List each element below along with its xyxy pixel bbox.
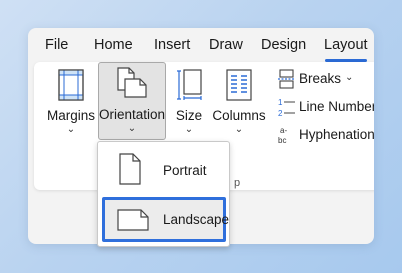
margins-icon: [58, 69, 84, 101]
svg-text:1: 1: [278, 98, 283, 107]
menu-item-landscape[interactable]: Landscape: [102, 197, 230, 242]
group-label-fragment: p: [234, 177, 241, 189]
orientation-button[interactable]: Orientation ⌄: [98, 62, 166, 140]
breaks-icon: [278, 69, 295, 89]
hyphenation-label: Hyphenation: [299, 127, 374, 142]
size-icon: [177, 69, 202, 100]
chevron-down-icon: ⌄: [184, 124, 194, 135]
breaks-label: Breaks: [299, 71, 342, 86]
ribbon-tabs: File Home Insert Draw Design Layout: [28, 28, 374, 62]
tab-home[interactable]: Home: [94, 37, 133, 53]
tab-insert[interactable]: Insert: [154, 37, 190, 53]
landscape-page-icon: [117, 209, 149, 231]
svg-text:bc: bc: [278, 136, 286, 145]
chevron-down-icon: ⌄: [127, 123, 137, 134]
tab-design[interactable]: Design: [261, 37, 306, 53]
orientation-label: Orientation: [99, 107, 166, 122]
margins-label: Margins: [46, 108, 95, 123]
svg-text:2: 2: [278, 109, 283, 118]
orientation-dropdown: Portrait Landscape: [97, 141, 230, 247]
menu-item-label: Portrait: [163, 163, 207, 178]
portrait-page-icon: [119, 153, 141, 185]
tab-draw[interactable]: Draw: [209, 37, 243, 53]
columns-button[interactable]: Columns ⌄: [210, 66, 268, 138]
size-label: Size: [175, 108, 203, 123]
svg-text:a-: a-: [280, 126, 287, 135]
tab-file[interactable]: File: [45, 37, 68, 53]
chevron-down-icon: ⌄: [234, 124, 244, 135]
orientation-icon: [117, 67, 147, 98]
menu-item-label: Landscape: [163, 212, 230, 227]
hyphenation-icon: a- bc: [278, 126, 287, 145]
tab-layout[interactable]: Layout: [324, 37, 368, 53]
line-numbers-icon: 1 2: [278, 98, 295, 118]
size-button[interactable]: Size ⌄: [170, 66, 208, 138]
margins-button[interactable]: Margins ⌄: [44, 66, 98, 138]
chevron-down-icon: ⌄: [66, 124, 76, 135]
menu-item-portrait[interactable]: Portrait: [102, 148, 226, 193]
columns-icon: [226, 69, 252, 101]
columns-label: Columns: [212, 108, 266, 123]
line-numbers-label: Line Numbers: [299, 99, 374, 114]
chevron-down-icon: ⌄: [345, 72, 354, 83]
